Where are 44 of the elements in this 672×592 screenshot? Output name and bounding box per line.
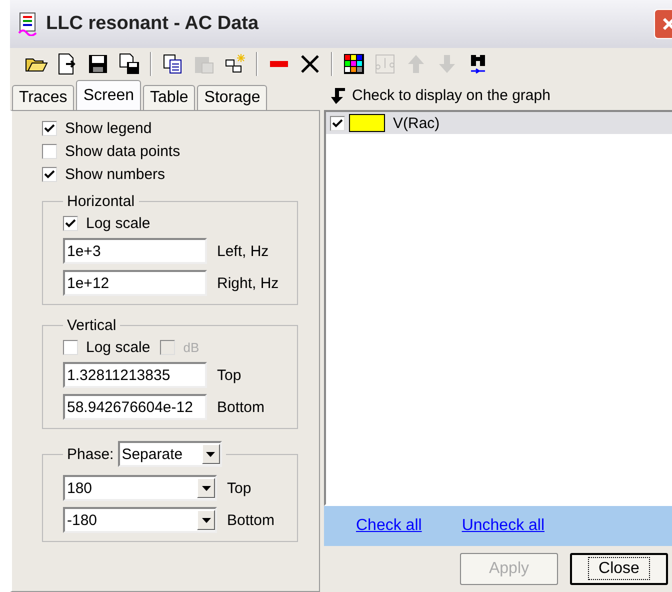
dropdown[interactable]: 180: [63, 475, 217, 501]
checkbox[interactable]: [63, 340, 78, 354]
link[interactable]: Uncheck all: [462, 517, 545, 535]
group-title: Horizontal: [66, 193, 136, 210]
checkbox[interactable]: [63, 216, 78, 230]
checkbox[interactable]: [42, 144, 57, 158]
caret-icon: [202, 486, 210, 490]
link[interactable]: Check all: [356, 517, 422, 535]
checkbox-label: Show numbers: [65, 166, 166, 182]
field-label: Bottom: [217, 398, 265, 416]
group-title: Phase:: [67, 446, 114, 462]
trace-item[interactable]: V(Rac): [326, 112, 672, 134]
checkbox[interactable]: [42, 120, 57, 136]
field-label: Bottom: [227, 512, 275, 528]
caret-icon: [206, 452, 216, 456]
window-title: LLC resonant - AC Data: [46, 13, 259, 35]
checkbox-label: Show data points: [65, 142, 180, 160]
app-icon: [18, 12, 38, 36]
input-field[interactable]: 1e+12: [63, 270, 207, 296]
caret-icon: [202, 518, 210, 522]
field-label: Top: [217, 366, 242, 384]
close-icon: [662, 17, 672, 31]
checkbox-label: dB: [183, 340, 200, 354]
dropdown[interactable]: Separate: [118, 441, 222, 467]
tab[interactable]: Table: [143, 85, 196, 110]
checkbox-label: Log scale: [86, 338, 150, 356]
checkbox-label: Log scale: [86, 214, 150, 232]
dropdown[interactable]: -180: [63, 507, 217, 533]
checkbox[interactable]: [42, 166, 57, 182]
close-button[interactable]: Close: [570, 553, 668, 585]
input-field[interactable]: 1.32811213835: [63, 362, 207, 388]
field-label: Left, Hz: [217, 242, 269, 260]
arrow-down-icon: [330, 85, 346, 105]
tab[interactable]: Storage: [197, 85, 268, 110]
field-label: Right, Hz: [217, 274, 279, 292]
checkbox-label: Show legend: [65, 120, 152, 136]
input-field[interactable]: 1e+3: [63, 238, 207, 264]
list-hint: Check to display on the graph: [352, 86, 550, 104]
tab[interactable]: Screen: [76, 80, 142, 110]
field-label: Top: [227, 480, 252, 496]
tab[interactable]: Traces: [12, 85, 74, 110]
input-field[interactable]: 58.942676604e-12: [63, 394, 207, 420]
checkbox[interactable]: [330, 116, 345, 130]
group-title: Vertical: [66, 317, 118, 334]
